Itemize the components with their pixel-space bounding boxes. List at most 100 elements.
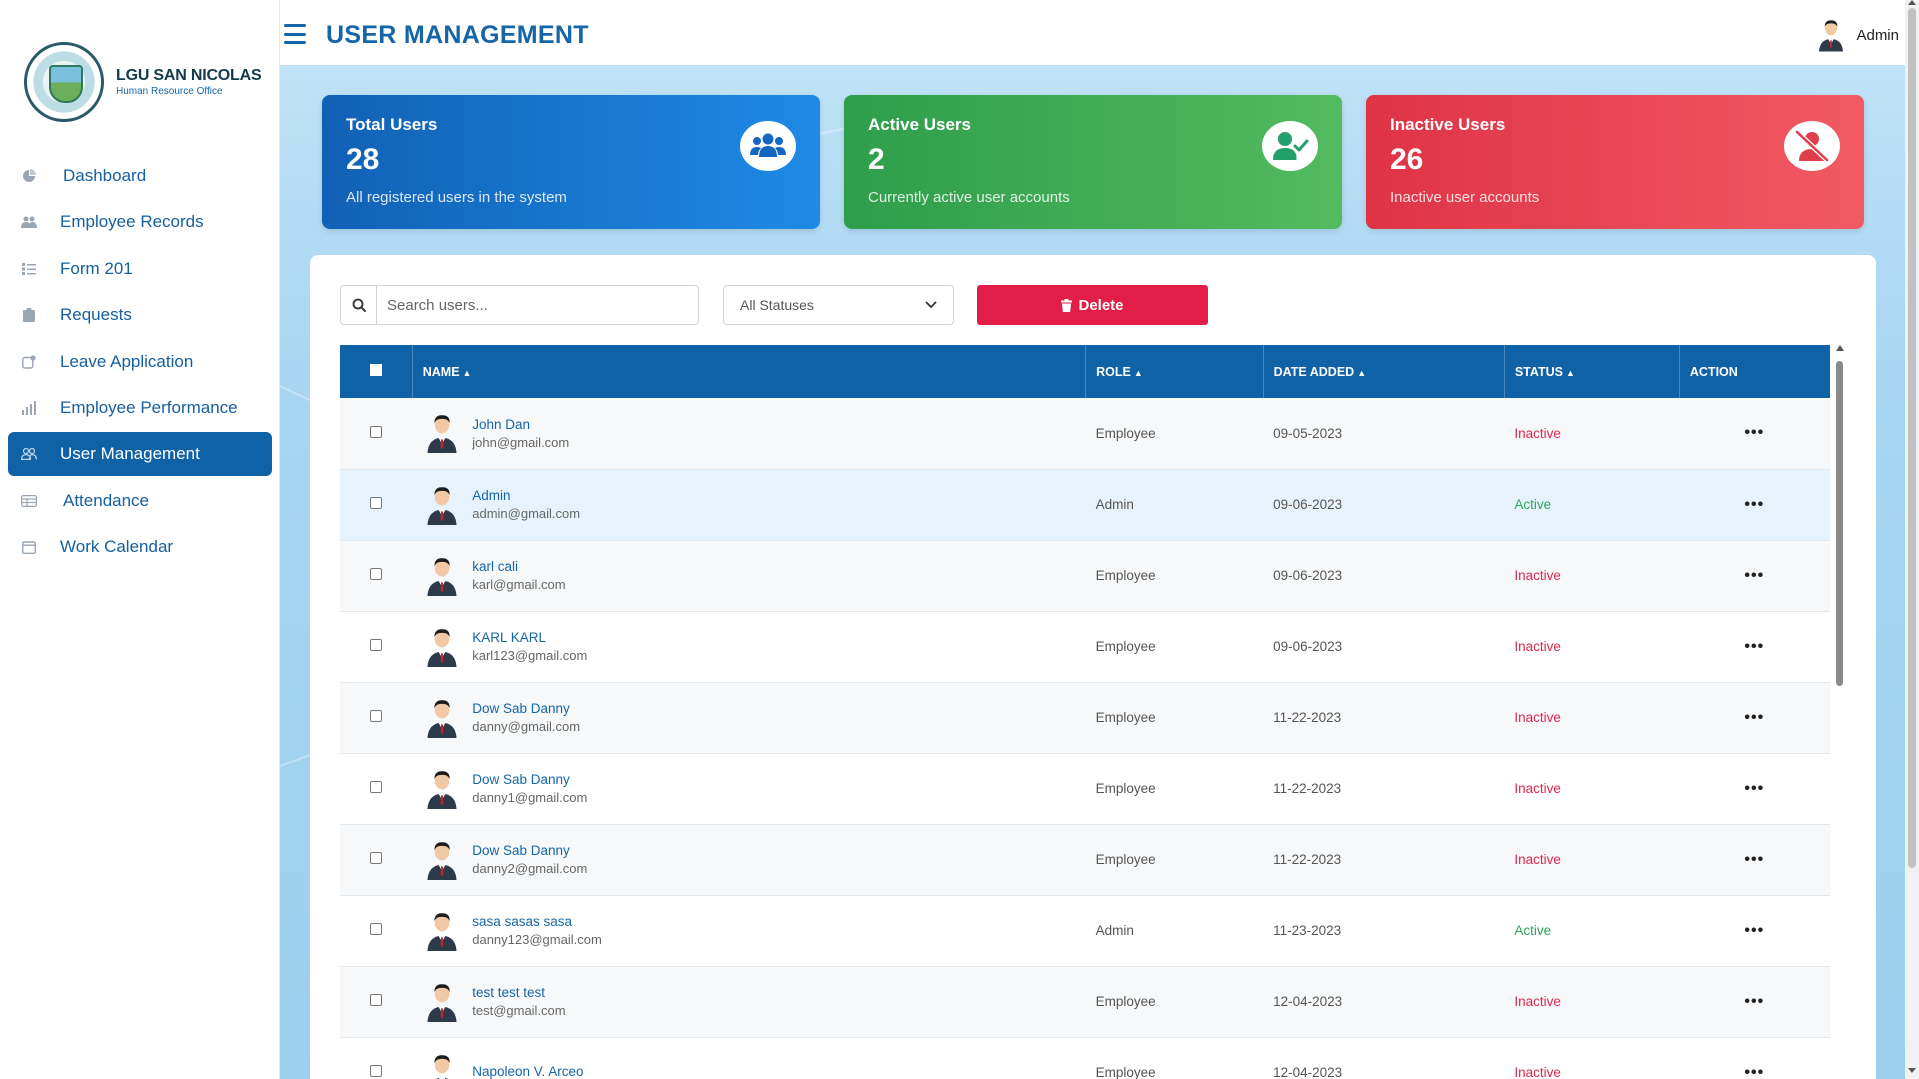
more-actions-icon[interactable]: •••: [1689, 851, 1764, 868]
user-name-link[interactable]: Dow Sab Danny: [472, 843, 587, 858]
select-all-checkbox[interactable]: [369, 364, 382, 376]
search-input[interactable]: [377, 286, 698, 324]
row-checkbox[interactable]: [370, 852, 383, 864]
row-checkbox[interactable]: [370, 781, 383, 793]
action-cell: •••: [1679, 824, 1830, 895]
page-title: USER MANAGEMENT: [326, 21, 589, 49]
user-avatar-icon: [1819, 20, 1844, 52]
more-actions-icon[interactable]: •••: [1689, 709, 1764, 726]
sidebar-item-label: Employee Records: [60, 212, 204, 232]
user-name-link[interactable]: sasa sasas sasa: [472, 914, 602, 929]
page-scrollbar-thumb[interactable]: [1908, 8, 1916, 868]
user-name-link[interactable]: Napoleon V. Arceo: [472, 1064, 583, 1079]
bar-chart-icon: [20, 399, 38, 417]
user-email: danny@gmail.com: [472, 719, 581, 734]
scroll-down-arrow-icon[interactable]: [1908, 1068, 1916, 1073]
row-checkbox[interactable]: [370, 425, 383, 438]
search-icon[interactable]: [341, 286, 377, 324]
row-select-cell: [340, 966, 412, 1037]
users-panel: All Statuses Delete NAME▲︎ ROLE▲︎ DATE A…: [310, 255, 1876, 1079]
sidebar-item-attendance[interactable]: Attendance: [8, 479, 272, 523]
chevron-down-icon: [925, 301, 937, 309]
more-actions-icon[interactable]: •••: [1689, 496, 1764, 513]
scrollbar-thumb[interactable]: [1836, 361, 1843, 686]
more-actions-icon[interactable]: •••: [1689, 922, 1764, 939]
user-avatar-icon: [427, 912, 457, 951]
user-menu[interactable]: Admin: [1816, 18, 1899, 52]
table-row[interactable]: Dow Sab Danny danny2@gmail.com Employee 11-…: [340, 824, 1830, 895]
user-name-link[interactable]: Dow Sab Danny: [472, 772, 587, 787]
sidebar-item-label: Requests: [60, 305, 132, 325]
status-filter-select[interactable]: All Statuses: [723, 285, 954, 325]
row-checkbox[interactable]: [370, 994, 383, 1006]
sidebar-item-employee-performance[interactable]: Employee Performance: [8, 386, 272, 430]
table-scrollbar[interactable]: [1834, 345, 1844, 1079]
more-actions-icon[interactable]: •••: [1689, 424, 1764, 441]
name-cell: Dow Sab Danny danny1@gmail.com: [412, 753, 1085, 824]
sidebar-item-form-201[interactable]: Form 201: [8, 247, 272, 291]
more-actions-icon[interactable]: •••: [1689, 993, 1764, 1010]
row-checkbox[interactable]: [370, 1065, 383, 1077]
user-email: danny1@gmail.com: [472, 790, 588, 805]
user-name-link[interactable]: Dow Sab Danny: [472, 701, 580, 716]
user-name-link[interactable]: test test test: [472, 985, 565, 1000]
user-name-link[interactable]: Admin: [472, 488, 580, 503]
brand[interactable]: LGU SAN NICOLAS Human Resource Office: [24, 42, 262, 122]
sidebar-item-leave-application[interactable]: Leave Application: [8, 340, 272, 384]
role-cell: Employee: [1095, 568, 1156, 583]
table-row[interactable]: test test test test@gmail.com Employee 12-0…: [340, 966, 1830, 1037]
user-name: Admin: [1856, 26, 1899, 44]
more-actions-icon[interactable]: •••: [1689, 638, 1764, 655]
row-checkbox[interactable]: [370, 923, 383, 935]
sidebar-item-dashboard[interactable]: Dashboard: [8, 154, 272, 198]
user-avatar-icon: [427, 557, 457, 596]
sort-icon: ▲︎: [462, 367, 472, 378]
more-actions-icon[interactable]: •••: [1689, 1064, 1764, 1079]
table-row[interactable]: John Dan john@gmail.com Employee 09-05-2023…: [340, 398, 1830, 469]
sidebar-item-label: Form 201: [60, 258, 133, 278]
table-row[interactable]: Dow Sab Danny danny1@gmail.com Employee 11-…: [340, 753, 1830, 824]
row-checkbox[interactable]: [370, 639, 383, 651]
sidebar: LGU SAN NICOLAS Human Resource Office Da…: [0, 0, 280, 1079]
name-cell: John Dan john@gmail.com: [412, 398, 1085, 469]
table-row[interactable]: Napoleon V. Arceo Employee 12-04-2023 Inact…: [340, 1037, 1830, 1079]
status-cell: Active: [1514, 923, 1552, 938]
user-name-link[interactable]: KARL KARL: [472, 630, 587, 645]
date-added-cell: 12-04-2023: [1273, 994, 1343, 1009]
sidebar-item-employee-records[interactable]: Employee Records: [8, 200, 272, 244]
more-actions-icon[interactable]: •••: [1689, 780, 1764, 797]
role-cell: Employee: [1095, 1065, 1156, 1079]
row-select-cell: [340, 540, 412, 611]
scroll-up-arrow-icon[interactable]: [1908, 0, 1916, 5]
row-checkbox[interactable]: [370, 710, 383, 722]
column-header-date-added[interactable]: DATE ADDED ▲︎: [1263, 345, 1505, 398]
user-name-link[interactable]: John Dan: [472, 417, 569, 432]
user-email: karl@gmail.com: [472, 577, 566, 592]
sidebar-item-requests[interactable]: Requests: [8, 293, 272, 337]
sidebar-item-label: Work Calendar: [60, 537, 174, 557]
hamburger-menu-icon[interactable]: [284, 24, 306, 44]
user-avatar-icon: [427, 983, 457, 1022]
page-scrollbar[interactable]: [1905, 0, 1919, 1079]
column-header-status[interactable]: STATUS ▲︎: [1504, 345, 1680, 398]
sidebar-item-label: Leave Application: [60, 351, 194, 371]
table-row[interactable]: Admin admin@gmail.com Admin 09-06-2023 Activ…: [340, 469, 1830, 540]
column-header-role[interactable]: ROLE ▲︎: [1085, 345, 1264, 398]
user-name-link[interactable]: karl cali: [472, 559, 565, 574]
row-checkbox[interactable]: [370, 568, 383, 580]
column-header-name[interactable]: NAME ▲︎: [412, 345, 1087, 398]
table-row[interactable]: karl cali karl@gmail.com Employee 09-06-202…: [340, 540, 1830, 611]
name-cell: test test test test@gmail.com: [412, 966, 1085, 1037]
more-actions-icon[interactable]: •••: [1689, 567, 1764, 584]
table-row[interactable]: KARL KARL karl123@gmail.com Employee 09-06-…: [340, 611, 1830, 682]
row-checkbox[interactable]: [370, 497, 383, 509]
sidebar-item-work-calendar[interactable]: Work Calendar: [8, 525, 272, 569]
table-row[interactable]: Dow Sab Danny danny@gmail.com Employee 11-2…: [340, 682, 1830, 753]
user-avatar-icon: [427, 770, 457, 809]
scroll-up-arrow-icon[interactable]: [1836, 345, 1844, 351]
table-icon: [20, 492, 38, 510]
date-added-cell: 11-23-2023: [1273, 923, 1342, 938]
sidebar-item-user-management[interactable]: User Management: [8, 432, 272, 477]
table-row[interactable]: sasa sasas sasa danny123@gmail.com Admin 11…: [340, 895, 1830, 966]
delete-button[interactable]: Delete: [977, 285, 1208, 325]
